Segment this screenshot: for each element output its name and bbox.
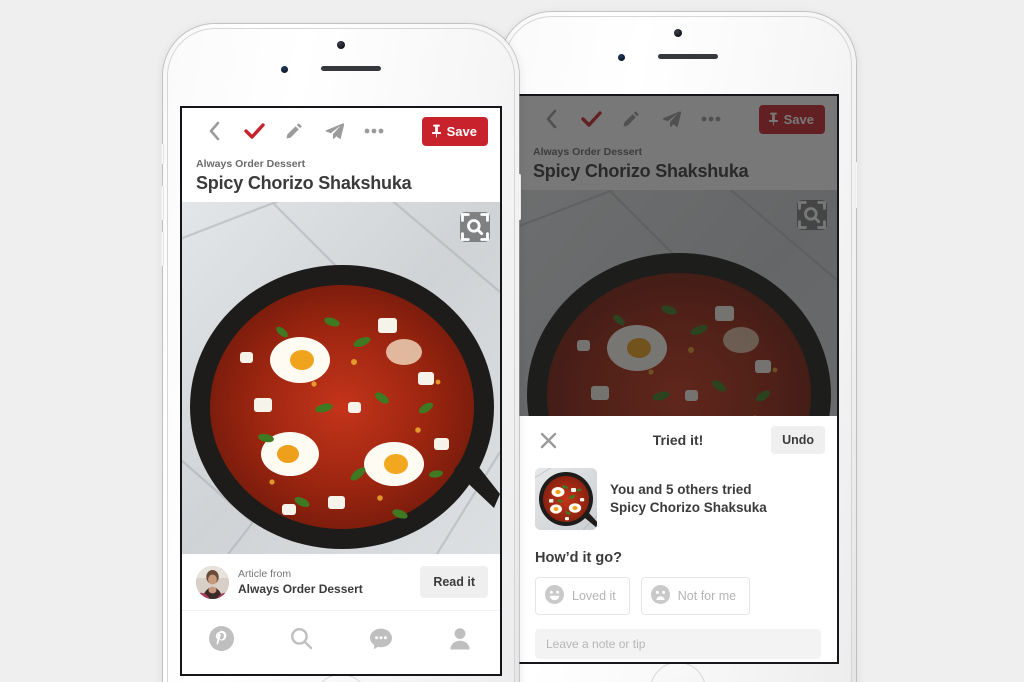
avatar-image [196, 565, 229, 599]
rating-prompt: How’d it go? [535, 550, 622, 566]
note-input-placeholder: Leave a note or tip [546, 637, 646, 651]
screen-right: Save Always Order Dessert Spicy Chorizo … [519, 96, 837, 662]
pin-meta-left: Always Order Dessert Spicy Chorizo Shaks… [182, 154, 500, 202]
avatar[interactable] [196, 565, 229, 599]
rating-options: Loved it Not for me [519, 566, 837, 615]
shakshuka-photo [182, 202, 500, 554]
rating-loved-it-button[interactable]: Loved it [535, 577, 630, 615]
visual-search-icon[interactable] [797, 200, 827, 230]
proximity-sensor-right [618, 54, 625, 61]
read-it-button[interactable]: Read it [420, 566, 488, 598]
tried-line-2: Spicy Chorizo Shaksuka [610, 500, 767, 515]
person-icon[interactable] [436, 617, 484, 661]
pin-meta-right: Always Order Dessert Spicy Chorizo Shaks… [519, 142, 837, 190]
pin-source-label: Always Order Dessert [196, 158, 306, 170]
close-icon[interactable] [531, 423, 565, 457]
pushpin-icon [768, 112, 779, 126]
rating-not-for-me-button[interactable]: Not for me [640, 577, 751, 615]
earpiece-speaker-right [658, 54, 718, 59]
shakshuka-thumb [535, 468, 597, 530]
pin-source-label: Always Order Dessert [533, 146, 643, 158]
search-icon[interactable] [277, 617, 325, 661]
paper-plane-icon[interactable] [314, 111, 354, 151]
chat-bubble-icon[interactable] [357, 617, 405, 661]
save-button-label: Save [783, 111, 814, 127]
back-icon[interactable] [194, 111, 234, 151]
article-eyebrow: Article from [238, 568, 292, 580]
proximity-sensor-left [281, 66, 288, 73]
front-camera-left [337, 41, 345, 49]
power-button-left[interactable] [518, 174, 521, 220]
tried-it-modal: Tried it! Undo You and 5 others tried Sp… [519, 416, 837, 662]
pin-title: Spicy Chorizo Shakshuka [533, 161, 749, 181]
sad-face-icon [650, 585, 670, 607]
earpiece-speaker-left [321, 66, 381, 71]
phone-left: Save Always Order Dessert Spicy Chorizo … [161, 24, 521, 682]
visual-search-icon[interactable] [460, 212, 490, 242]
rating-not-for-me-label: Not for me [677, 589, 737, 603]
ellipsis-icon[interactable] [691, 99, 731, 139]
happy-face-icon [545, 585, 564, 607]
volume-up-button-left[interactable] [161, 186, 164, 220]
article-attribution-row: Article from Always Order Dessert Read i… [182, 554, 500, 610]
tried-line-1: You and 5 others tried [610, 482, 752, 497]
pencil-icon[interactable] [274, 111, 314, 151]
check-icon[interactable] [571, 99, 611, 139]
front-camera-right [674, 29, 682, 37]
bottom-navigation [182, 610, 500, 666]
phone-right: Save Always Order Dessert Spicy Chorizo … [498, 12, 858, 682]
pin-hero-image-left[interactable] [182, 202, 500, 554]
undo-button[interactable]: Undo [771, 426, 825, 454]
pin-toolbar-right: Save [519, 96, 837, 142]
mute-switch-left[interactable] [161, 144, 164, 164]
save-button[interactable]: Save [758, 104, 825, 134]
check-icon[interactable] [234, 111, 274, 151]
tried-pin-row: You and 5 others tried Spicy Chorizo Sha… [519, 464, 837, 530]
volume-down-button-left[interactable] [161, 232, 164, 266]
tried-pin-text: You and 5 others tried Spicy Chorizo Sha… [610, 481, 767, 517]
paper-plane-icon[interactable] [651, 99, 691, 139]
pencil-icon[interactable] [611, 99, 651, 139]
power-button-right[interactable] [855, 162, 858, 208]
screenshot-stage: Save Always Order Dessert Spicy Chorizo … [0, 0, 1024, 682]
pinterest-logo-icon[interactable] [198, 617, 246, 661]
modal-header: Tried it! Undo [519, 416, 837, 464]
pushpin-icon [431, 124, 442, 138]
back-icon[interactable] [531, 99, 571, 139]
save-button[interactable]: Save [421, 116, 488, 146]
article-source-name: Always Order Dessert [238, 582, 363, 596]
pin-title: Spicy Chorizo Shakshuka [196, 173, 412, 193]
article-text: Article from Always Order Dessert [238, 567, 411, 597]
pin-toolbar-left: Save [182, 108, 500, 154]
save-button-label: Save [446, 123, 477, 139]
rating-loved-it-label: Loved it [572, 589, 616, 603]
ellipsis-icon[interactable] [354, 111, 394, 151]
tried-pin-thumbnail[interactable] [535, 468, 597, 530]
screen-left: Save Always Order Dessert Spicy Chorizo … [182, 108, 500, 674]
note-input[interactable]: Leave a note or tip [535, 629, 821, 659]
